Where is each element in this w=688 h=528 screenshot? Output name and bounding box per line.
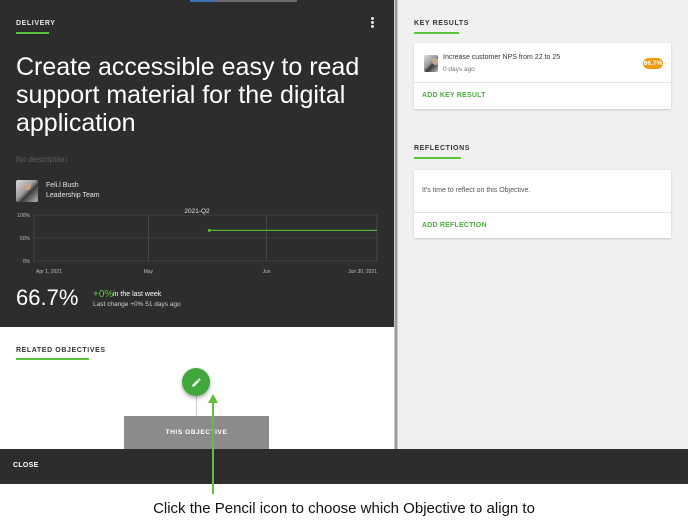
progress-percent: 66.7% [16,285,79,310]
chart-x-tick-label: Jun [262,269,270,275]
key-result-owner-avatar [424,55,438,72]
progress-chart: 2021-Q2 100% 50% 0% Apr 1, 2021 May Jun Jun 3… [17,208,378,275]
reflection-prompt: It's time to reflect on this Objective. [422,187,531,194]
chart-y-axis: 100% 50% 0% [17,213,30,265]
key-result-progress-badge: 66.7% [643,58,663,69]
callout-line [212,400,214,494]
chart-y-tick-label: 100% [17,213,30,219]
alignment-connector [196,396,197,416]
owner-name: Feli.l Bush [46,182,79,189]
key-result-title[interactable]: Increase customer NPS from 22 to 25 [443,54,560,61]
objective-detail-screen: DELIVERY Create accessible easy to read … [0,0,688,528]
key-result-meta: 0 days ago [443,66,475,73]
more-options-icon[interactable] [369,17,375,29]
owner-team: Leadership Team [46,192,100,199]
objective-description[interactable]: No description [16,155,67,164]
owner-avatar [16,180,38,202]
instruction-caption: Click the Pencil icon to choose which Ob… [153,500,535,517]
progress-delta-suffix: in the last week [113,291,162,298]
callout-arrow-icon [208,394,218,403]
progress-delta: +0% [93,289,114,300]
add-key-result-button[interactable]: ADD KEY RESULT [422,92,486,99]
chart-title: 2021-Q2 [184,208,210,215]
chart-x-tick-label: Apr 1, 2021 [36,269,62,275]
scrollbar-thumb[interactable] [395,0,397,449]
section-label-key-results: KEY RESULTS [414,20,469,27]
section-underline [414,157,461,159]
last-change-text: Last change +0% 51 days ago [93,301,181,308]
chart-x-tick-label: May [144,269,154,275]
section-label-delivery: DELIVERY [16,20,56,27]
section-underline [16,358,89,360]
add-reflection-button[interactable]: ADD REFLECTION [422,222,487,229]
chart-point [207,228,211,232]
section-label-related: RELATED OBJECTIVES [16,347,106,354]
chart-grid [33,214,378,262]
chart-y-tick-label: 0% [23,259,31,265]
edit-alignment-button[interactable] [182,368,210,396]
close-button[interactable]: CLOSE [13,462,39,469]
card-divider [414,82,671,83]
chart-x-axis: Apr 1, 2021 May Jun Jun 30, 2021 [36,269,377,275]
key-results-card [414,43,671,109]
section-underline [16,32,49,34]
section-underline [414,32,459,34]
chart-y-tick-label: 50% [20,236,31,242]
pencil-icon [191,377,201,387]
chart-x-tick-label: Jun 30, 2021 [348,269,377,275]
objective-title: Create accessible easy to read support m… [16,53,360,137]
bottom-bar [0,449,688,484]
this-objective-node[interactable]: THIS OBJECTIVE [124,416,269,449]
card-divider [414,212,671,213]
top-scroll-indicator-active [190,0,215,2]
chart-series [207,228,377,232]
section-label-reflections: REFLECTIONS [414,145,470,152]
